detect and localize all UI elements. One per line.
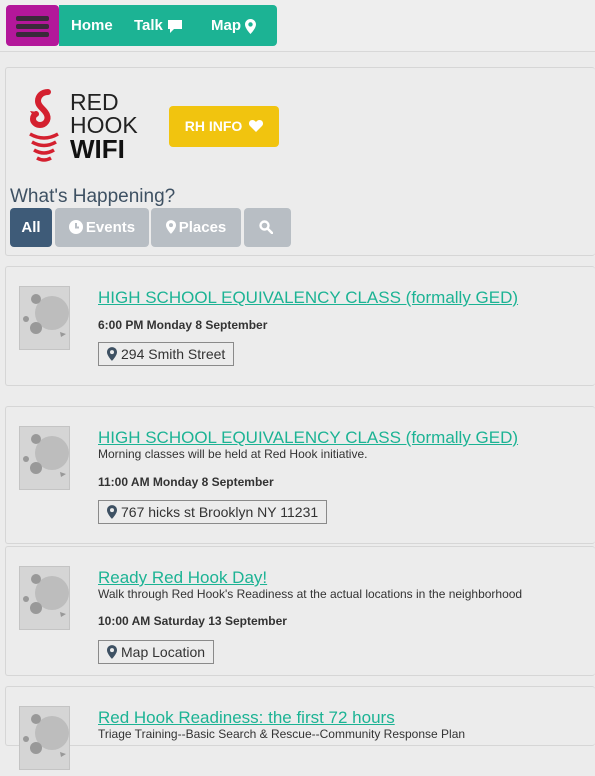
nav-links: Home Talk Map xyxy=(59,5,277,46)
nav-talk-link[interactable]: Talk xyxy=(134,5,183,46)
event-time: 11:00 AM Monday 8 September xyxy=(98,475,274,489)
filter-all-label: All xyxy=(21,219,41,236)
event-time: 10:00 AM Saturday 13 September xyxy=(98,614,287,628)
map-pin-icon xyxy=(107,347,117,361)
map-pin-icon xyxy=(107,505,117,519)
heart-icon xyxy=(249,120,264,132)
event-thumbnail-image xyxy=(19,426,70,490)
event-thumbnail-image xyxy=(19,566,70,630)
event-title-link[interactable]: Ready Red Hook Day! xyxy=(98,568,267,588)
svg-text:WIFI: WIFI xyxy=(70,134,125,164)
event-description: Morning classes will be held at Red Hook… xyxy=(98,447,368,461)
filter-search-button[interactable] xyxy=(244,208,291,247)
map-pin-icon xyxy=(165,220,176,234)
event-location-button[interactable]: 767 hicks st Brooklyn NY 11231 xyxy=(98,500,328,524)
event-title-link[interactable]: HIGH SCHOOL EQUIVALENCY CLASS (formally … xyxy=(98,288,518,308)
filter-events-tab[interactable]: Events xyxy=(55,208,149,247)
event-location-label: 294 Smith Street xyxy=(121,346,226,362)
event-card[interactable]: HIGH SCHOOL EQUIVALENCY CLASS (formally … xyxy=(5,266,595,386)
clock-icon xyxy=(68,220,83,234)
event-card[interactable]: Red Hook Readiness: the first 72 hours T… xyxy=(5,686,595,770)
map-pin-icon xyxy=(107,645,117,659)
filter-all-tab[interactable]: All xyxy=(10,208,52,247)
nav-map-link[interactable]: Map xyxy=(211,5,256,46)
speech-bubble-icon xyxy=(167,19,182,33)
nav-home-link[interactable]: Home xyxy=(71,5,113,46)
whats-happening-heading: What's Happening? xyxy=(10,186,176,207)
event-description: Triage Training--Basic Search & Rescue--… xyxy=(98,727,466,741)
red-hook-wifi-logo[interactable]: RED HOOK WIFI xyxy=(26,88,150,171)
hamburger-menu-button[interactable] xyxy=(6,5,59,46)
menu-bar-icon xyxy=(16,32,49,37)
event-card[interactable]: Ready Red Hook Day! Walk through Red Hoo… xyxy=(5,546,595,676)
filter-events-label: Events xyxy=(85,219,136,236)
event-location-button[interactable]: Map Location xyxy=(98,640,215,664)
event-time: 6:00 PM Monday 8 September xyxy=(98,318,268,332)
event-title-link[interactable]: Red Hook Readiness: the first 72 hours xyxy=(98,708,395,728)
menu-bar-icon xyxy=(16,16,49,21)
event-thumbnail-image xyxy=(19,286,70,350)
top-nav-bar: Home Talk Map xyxy=(0,0,595,52)
event-location-label: 767 hicks st Brooklyn NY 11231 xyxy=(121,504,319,520)
event-thumbnail-image xyxy=(19,706,70,770)
nav-map-label: Map xyxy=(211,17,241,34)
map-pin-icon xyxy=(245,18,256,34)
filter-places-label: Places xyxy=(178,219,227,236)
event-description: Walk through Red Hook's Readiness at the… xyxy=(98,587,523,601)
nav-talk-label: Talk xyxy=(134,17,163,34)
menu-bar-icon xyxy=(16,24,49,29)
event-title-link[interactable]: HIGH SCHOOL EQUIVALENCY CLASS (formally … xyxy=(98,428,518,448)
event-card[interactable]: HIGH SCHOOL EQUIVALENCY CLASS (formally … xyxy=(5,406,595,544)
filter-places-tab[interactable]: Places xyxy=(151,208,241,247)
event-location-button[interactable]: 294 Smith Street xyxy=(98,342,235,366)
rh-info-button[interactable]: RH INFO xyxy=(169,106,279,147)
search-icon xyxy=(259,220,274,235)
event-location-label: Map Location xyxy=(121,644,206,660)
rh-info-label: RH INFO xyxy=(184,118,243,134)
hook-wifi-logo-icon: RED HOOK WIFI xyxy=(29,89,138,164)
